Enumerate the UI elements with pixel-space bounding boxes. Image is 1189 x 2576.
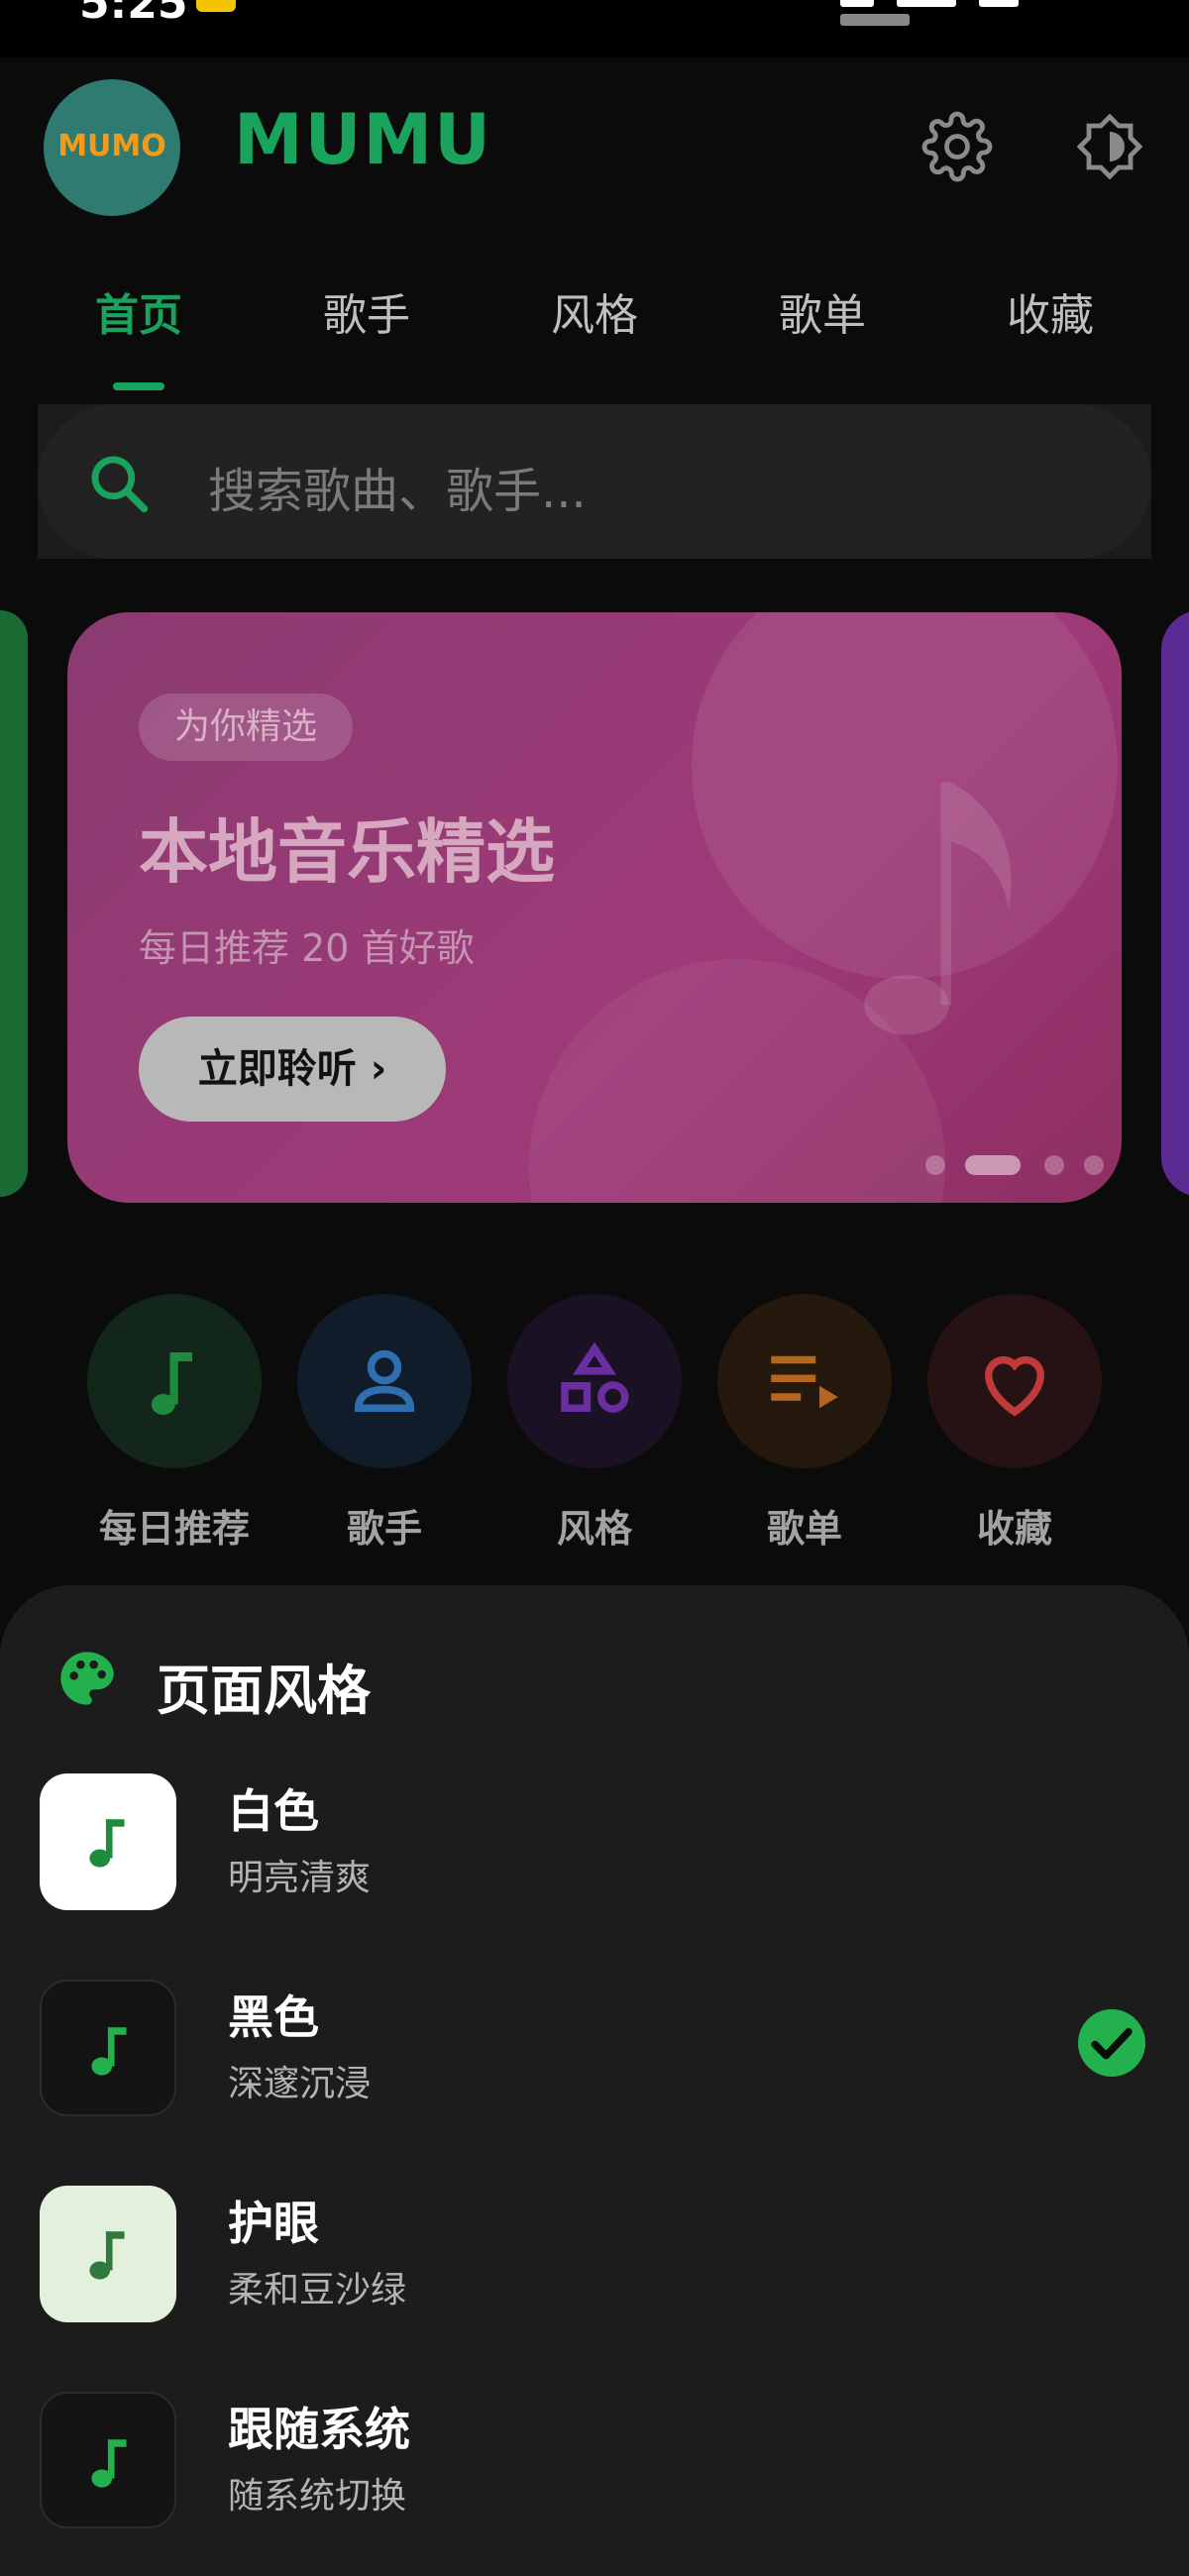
option-desc: 随系统切换 bbox=[228, 2476, 407, 2517]
style-option-eye-care[interactable]: 护眼 柔和豆沙绿 bbox=[0, 2186, 1189, 2344]
search-input[interactable]: 搜索歌曲、歌手... bbox=[38, 404, 1151, 559]
carousel-dot[interactable] bbox=[925, 1155, 945, 1175]
quick-label: 每日推荐 bbox=[98, 1507, 250, 1551]
quick-favorites[interactable]: 收藏 bbox=[925, 1288, 1104, 1551]
banner-tag: 为你精选 bbox=[139, 694, 354, 761]
sheet-title: 页面风格 bbox=[157, 1660, 371, 1722]
style-thumb bbox=[40, 1980, 176, 2116]
tab-indicator bbox=[113, 382, 164, 390]
battery-icon bbox=[840, 14, 910, 26]
tab-home[interactable]: 首页 bbox=[50, 279, 228, 343]
quick-artists[interactable]: 歌手 bbox=[295, 1288, 474, 1551]
option-name: 黑色 bbox=[228, 1990, 319, 2044]
signal-icon bbox=[897, 0, 957, 7]
app-title: MUMU bbox=[234, 99, 492, 180]
style-option-white[interactable]: 白色 明亮清爽 bbox=[0, 1773, 1189, 1932]
option-desc: 深邃沉浸 bbox=[228, 2064, 372, 2104]
option-name: 跟随系统 bbox=[228, 2403, 410, 2456]
quick-label: 收藏 bbox=[976, 1507, 1052, 1551]
music-note-icon bbox=[864, 782, 1012, 1035]
palette-icon bbox=[60, 1652, 114, 1705]
search-placeholder: 搜索歌曲、歌手... bbox=[208, 464, 587, 519]
avatar[interactable]: MUMO bbox=[44, 79, 180, 216]
carousel-next-card[interactable] bbox=[1161, 610, 1189, 1197]
quick-styles[interactable]: 风格 bbox=[505, 1288, 684, 1551]
tab-favorites[interactable]: 收藏 bbox=[961, 279, 1139, 343]
music-note-icon bbox=[91, 2439, 127, 2488]
option-name: 白色 bbox=[228, 1784, 319, 1838]
shapes-icon bbox=[561, 1342, 629, 1413]
status-icons bbox=[822, 0, 1100, 26]
carousel-dot-active[interactable] bbox=[965, 1155, 1021, 1175]
quick-label: 风格 bbox=[556, 1507, 632, 1551]
style-thumb bbox=[40, 2392, 176, 2528]
banner-subtitle: 每日推荐 20 首好歌 bbox=[139, 926, 475, 970]
style-thumb bbox=[40, 1773, 176, 1910]
quick-actions: 每日推荐 歌手 风格 歌单 收藏 bbox=[0, 1288, 1189, 1551]
carousel-indicator bbox=[925, 1155, 1114, 1179]
search-container: 搜索歌曲、歌手... bbox=[38, 404, 1151, 559]
quick-label: 歌单 bbox=[766, 1507, 842, 1551]
music-note-icon bbox=[151, 1352, 192, 1415]
status-bar: 5:25 bbox=[0, 0, 1189, 57]
search-icon bbox=[91, 456, 149, 513]
tab-playlists[interactable]: 歌单 bbox=[733, 279, 912, 343]
option-name: 护眼 bbox=[228, 2197, 319, 2250]
settings-gear-icon[interactable] bbox=[921, 111, 993, 182]
carousel-dot[interactable] bbox=[1044, 1155, 1064, 1175]
music-note-icon bbox=[89, 1819, 125, 1868]
tab-styles[interactable]: 风格 bbox=[505, 279, 684, 343]
quick-daily-recommend[interactable]: 每日推荐 bbox=[85, 1288, 264, 1551]
option-desc: 柔和豆沙绿 bbox=[228, 2270, 407, 2310]
music-note-icon bbox=[91, 2027, 127, 2076]
tab-artists[interactable]: 歌手 bbox=[277, 279, 456, 343]
recording-indicator bbox=[196, 0, 236, 12]
option-desc: 明亮清爽 bbox=[228, 1858, 372, 1898]
featured-banner[interactable]: 为你精选 本地音乐精选 每日推荐 20 首好歌 立即聆听 › bbox=[67, 612, 1122, 1203]
music-note-icon bbox=[89, 2231, 125, 2280]
style-option-black[interactable]: 黑色 深邃沉浸 bbox=[0, 1980, 1189, 2138]
selected-check-icon bbox=[1078, 2009, 1145, 2077]
carousel-prev-card[interactable] bbox=[0, 610, 28, 1197]
quick-playlists[interactable]: 歌单 bbox=[715, 1288, 894, 1551]
listen-now-button[interactable]: 立即聆听 › bbox=[139, 1017, 446, 1122]
heart-icon bbox=[984, 1355, 1045, 1417]
playlist-icon bbox=[771, 1355, 838, 1409]
banner-title: 本地音乐精选 bbox=[139, 811, 555, 893]
mute-icon bbox=[840, 0, 874, 7]
page-style-sheet: 页面风格 白色 明亮清爽 黑色 深邃沉浸 护眼 柔和豆沙绿 跟随系统 随系统切换 bbox=[0, 1585, 1189, 2576]
carousel-dot[interactable] bbox=[1084, 1155, 1104, 1175]
app-logo: MUMO bbox=[57, 129, 166, 163]
quick-label: 歌手 bbox=[346, 1507, 422, 1551]
brightness-theme-icon[interactable] bbox=[1074, 111, 1145, 182]
status-time: 5:25 bbox=[79, 0, 188, 29]
style-option-follow-system[interactable]: 跟随系统 随系统切换 bbox=[0, 2392, 1189, 2550]
tab-bar: 首页 歌手 风格 歌单 收藏 bbox=[0, 258, 1189, 390]
wifi-icon bbox=[979, 0, 1020, 7]
person-icon bbox=[354, 1349, 415, 1412]
style-thumb bbox=[40, 2186, 176, 2322]
